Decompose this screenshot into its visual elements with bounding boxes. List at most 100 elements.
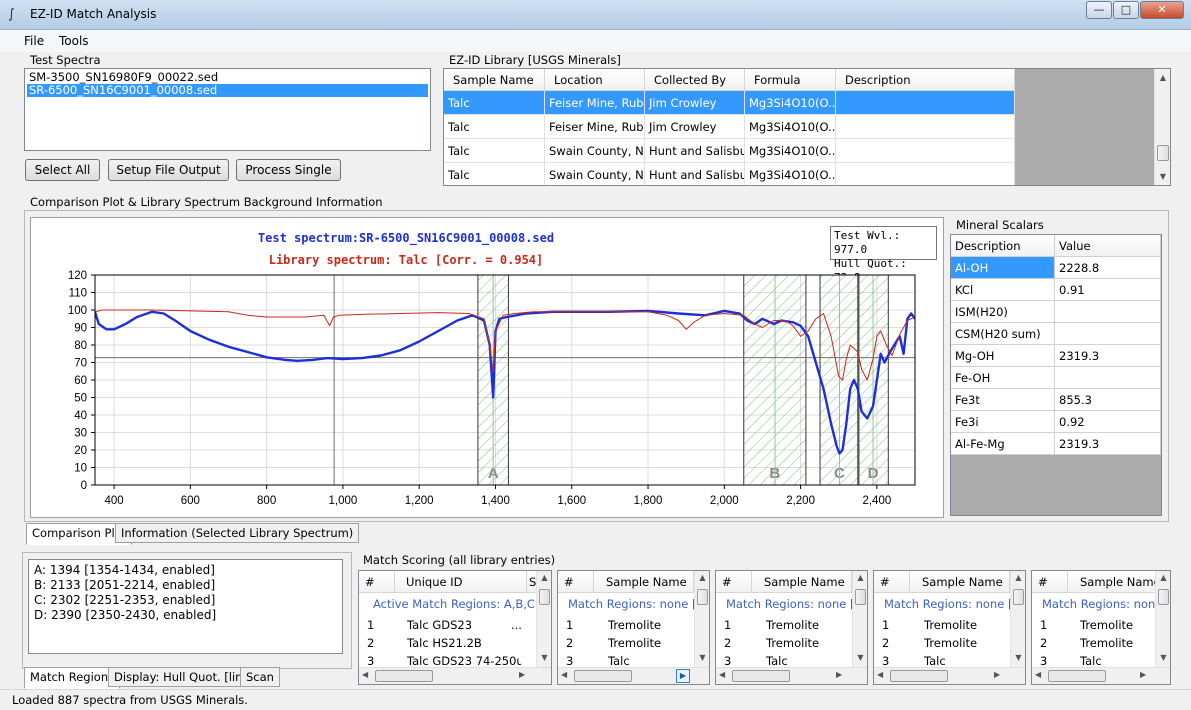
scroll-up-icon[interactable]: ▲ — [853, 571, 867, 585]
library-cell[interactable]: Mg3Si4O10(O... — [745, 163, 836, 185]
library-cell[interactable]: Mg3Si4O10(O... — [745, 115, 836, 139]
score-vscroll[interactable]: ▲ ▼ — [852, 571, 867, 667]
hscroll-thumb[interactable] — [890, 670, 948, 682]
scroll-up-icon[interactable]: ▲ — [695, 571, 709, 585]
scroll-left-icon[interactable]: ◀ — [1035, 670, 1041, 679]
library-cell[interactable]: Mg3Si4O10(O... — [745, 139, 836, 163]
score-vscroll[interactable]: ▲ ▼ — [536, 571, 551, 667]
score-vscroll[interactable]: ▲ ▼ — [694, 571, 709, 667]
score-hscroll[interactable]: ◀ ▶ — [558, 667, 709, 684]
library-cell[interactable] — [836, 91, 1015, 115]
score-row-index[interactable]: 2 — [724, 634, 731, 652]
score-panel-3[interactable]: # Sample Name Match Regions: none [l 1 T… — [715, 570, 868, 685]
score-vscroll[interactable]: ▲ ▼ — [1155, 571, 1170, 667]
scroll-down-icon[interactable]: ▼ — [1156, 651, 1170, 665]
scroll-down-icon[interactable]: ▼ — [695, 651, 709, 665]
scroll-down-icon[interactable]: ▼ — [1155, 168, 1170, 185]
score-hscroll[interactable]: ◀ ▶ — [359, 667, 551, 684]
spectrum-plot[interactable]: ABCD4006008001,0001,2001,4001,6001,8002,… — [31, 218, 943, 517]
score-row-name[interactable]: Tremolite — [608, 616, 661, 634]
scroll-up-icon[interactable]: ▲ — [1156, 571, 1170, 585]
tab-scan[interactable]: Scan — [240, 667, 280, 687]
scroll-thumb[interactable] — [855, 589, 866, 605]
score-row-index[interactable]: 2 — [882, 634, 889, 652]
col-collected-by[interactable]: Collected By — [645, 69, 745, 91]
scalar-name[interactable]: Fe3t — [951, 389, 1055, 411]
col-location[interactable]: Location — [545, 69, 645, 91]
hscroll-thumb[interactable] — [732, 670, 790, 682]
scalar-name[interactable]: Al-Fe-Mg — [951, 433, 1055, 455]
maximize-button[interactable]: □ — [1113, 1, 1139, 19]
col-description[interactable]: Description — [836, 69, 1015, 91]
library-cell[interactable]: Mg3Si4O10(O... — [745, 91, 836, 115]
library-cell[interactable]: Feiser Mine, Rub... — [545, 91, 645, 115]
score-row-name[interactable]: Tremolite — [1080, 634, 1133, 652]
library-cell[interactable]: Talc — [444, 115, 545, 139]
scalar-value[interactable] — [1055, 301, 1161, 323]
scroll-left-icon[interactable]: ◀ — [362, 670, 368, 679]
scalar-value[interactable] — [1055, 323, 1161, 345]
library-cell[interactable]: Swain County, N... — [545, 139, 645, 163]
comparison-chart[interactable]: Test spectrum:SR-6500_SN16C9001_00008.se… — [30, 217, 944, 518]
scroll-thumb[interactable] — [539, 589, 550, 605]
scroll-right-icon[interactable]: ▶ — [676, 669, 690, 683]
score-row-name[interactable]: Tremolite — [924, 634, 977, 652]
scroll-thumb[interactable] — [697, 589, 708, 605]
scroll-right-icon[interactable]: ▶ — [994, 670, 1000, 679]
process-single-button[interactable]: Process Single — [236, 159, 341, 181]
library-cell[interactable]: Feiser Mine, Rub... — [545, 115, 645, 139]
library-scrollbar[interactable]: ▲ ▼ — [1154, 69, 1170, 185]
score-panel-1[interactable]: # Unique ID S Active Match Regions: A,B,… — [358, 570, 552, 685]
score-panel-4[interactable]: # Sample Name Match Regions: none [l 1 T… — [873, 570, 1026, 685]
score-col-index[interactable]: # — [874, 571, 910, 593]
scroll-down-icon[interactable]: ▼ — [537, 651, 551, 665]
library-cell[interactable] — [836, 115, 1015, 139]
score-row-index[interactable]: 1 — [566, 616, 573, 634]
library-cell[interactable]: Talc — [444, 139, 545, 163]
library-cell[interactable]: Jim Crowley — [645, 91, 745, 115]
score-col-sample-name[interactable]: Sample Name — [1068, 571, 1156, 593]
hscroll-thumb[interactable] — [375, 670, 433, 682]
scroll-left-icon[interactable]: ◀ — [877, 670, 883, 679]
scalar-value[interactable]: 2228.8 — [1055, 257, 1161, 279]
scroll-right-icon[interactable]: ▶ — [836, 670, 842, 679]
score-col-sample-name[interactable]: Sample Name — [910, 571, 1010, 593]
score-panel-5[interactable]: # Sample Name Match Regions: non 1 Tremo… — [1031, 570, 1171, 685]
score-col-sample-name[interactable]: Sample Name — [594, 571, 694, 593]
library-cell[interactable] — [836, 139, 1015, 163]
score-col-sample-name[interactable]: Sample Name — [752, 571, 852, 593]
scalar-value[interactable]: 0.92 — [1055, 411, 1161, 433]
scalar-value[interactable]: 2319.3 — [1055, 433, 1161, 455]
scalar-name[interactable]: Fe3i — [951, 411, 1055, 433]
minimize-button[interactable]: — — [1086, 1, 1112, 19]
score-col-id[interactable]: Unique ID — [395, 571, 527, 593]
library-grid[interactable]: Sample Name Location Collected By Formul… — [443, 68, 1171, 186]
scalar-name[interactable]: Fe-OH — [951, 367, 1055, 389]
menu-file[interactable]: File — [24, 34, 44, 48]
scroll-right-icon[interactable]: ▶ — [519, 670, 525, 679]
scroll-thumb[interactable] — [1158, 589, 1169, 605]
score-row-name[interactable]: Talc HS21.2B — [407, 634, 517, 652]
score-vscroll[interactable]: ▲ ▼ — [1010, 571, 1025, 667]
score-row-index[interactable]: 1 — [367, 616, 374, 634]
mineral-scalars-grid[interactable]: Description Value Al-OH 2228.8 KCl 0.91 … — [950, 234, 1162, 516]
score-row-name[interactable]: Tremolite — [1080, 616, 1133, 634]
setup-file-output-button[interactable]: Setup File Output — [108, 159, 229, 181]
scalar-value[interactable]: 0.91 — [1055, 279, 1161, 301]
hscroll-thumb[interactable] — [574, 670, 632, 682]
scroll-left-icon[interactable]: ◀ — [561, 670, 567, 679]
match-regions-list[interactable]: A: 1394 [1354-1434, enabled] B: 2133 [20… — [28, 559, 343, 654]
scroll-up-icon[interactable]: ▲ — [537, 571, 551, 585]
scalar-name[interactable]: Al-OH — [951, 257, 1055, 279]
score-col-index[interactable]: # — [558, 571, 594, 593]
library-cell[interactable]: Hunt and Salisbu... — [645, 139, 745, 163]
library-cell[interactable]: Swain County, N... — [545, 163, 645, 185]
score-row-name[interactable]: Talc GDS23 — [407, 616, 507, 634]
test-spectra-item-selected[interactable]: SR-6500_SN16C9001_00008.sed — [27, 84, 428, 97]
col-formula[interactable]: Formula — [745, 69, 836, 91]
scroll-thumb[interactable] — [1157, 145, 1169, 161]
score-row-name[interactable]: Tremolite — [766, 616, 819, 634]
score-row-index[interactable]: 2 — [367, 634, 374, 652]
match-region-item[interactable]: A: 1394 [1354-1434, enabled] — [34, 563, 342, 578]
score-hscroll[interactable]: ◀ ▶ — [1032, 667, 1170, 684]
